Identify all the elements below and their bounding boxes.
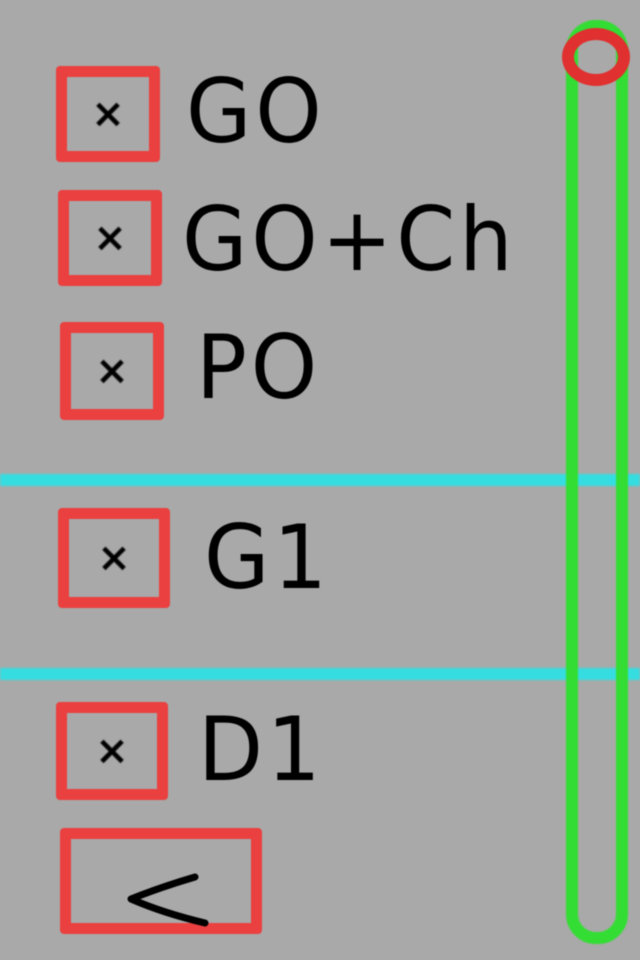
checkbox-po[interactable]: × [60,322,164,420]
section-divider [0,474,640,486]
scrollbar-thumb[interactable] [562,28,630,86]
check-mark-icon: × [97,535,131,581]
checkbox-go[interactable]: × [56,66,160,162]
scrollbar-track[interactable] [566,20,628,944]
filter-label-go: GO [186,60,326,163]
filter-label-g1: G1 [204,506,331,609]
checkbox-d1[interactable]: × [56,702,168,800]
filter-label-go-ch: GO+Ch [182,188,517,291]
section-divider [0,668,640,680]
check-mark-icon: × [95,728,129,774]
check-mark-icon: × [95,348,129,394]
back-button[interactable] [60,828,262,934]
check-mark-icon: × [93,215,127,261]
filter-label-po: PO [196,316,322,419]
filter-label-d1: D1 [198,698,325,801]
check-mark-icon: × [91,91,125,137]
checkbox-go-ch[interactable]: × [58,190,162,286]
chevron-left-icon [127,873,209,927]
checkbox-g1[interactable]: × [58,508,170,608]
